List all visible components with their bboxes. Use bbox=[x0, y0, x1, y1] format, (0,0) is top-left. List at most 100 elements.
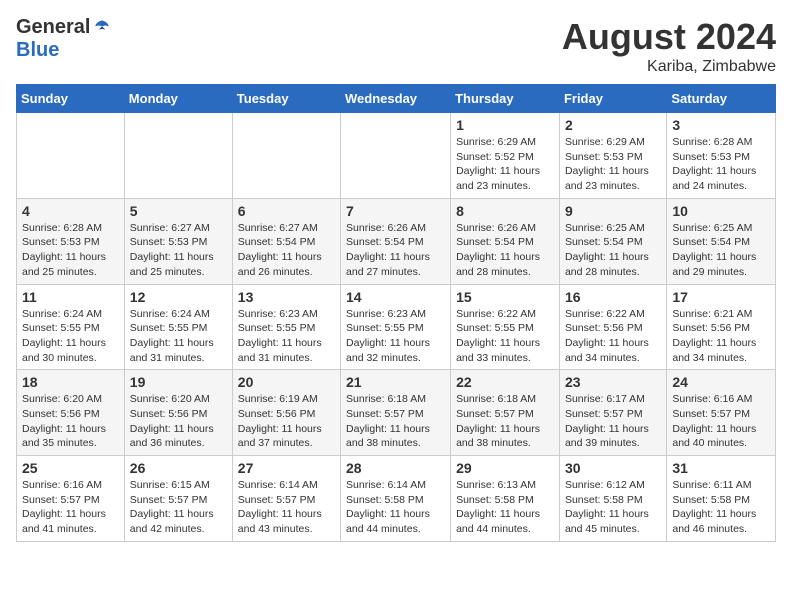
day-info: Sunrise: 6:14 AM Sunset: 5:58 PM Dayligh… bbox=[346, 478, 445, 537]
logo-blue-text: Blue bbox=[16, 39, 59, 62]
calendar-cell: 30 Sunrise: 6:12 AM Sunset: 5:58 PM Dayli… bbox=[559, 456, 666, 542]
day-info: Sunrise: 6:25 AM Sunset: 5:54 PM Dayligh… bbox=[672, 221, 770, 280]
day-info: Sunrise: 6:28 AM Sunset: 5:53 PM Dayligh… bbox=[672, 135, 770, 194]
calendar-cell: 29 Sunrise: 6:13 AM Sunset: 5:58 PM Dayli… bbox=[451, 456, 560, 542]
day-number: 29 bbox=[456, 460, 554, 476]
day-number: 2 bbox=[565, 117, 661, 133]
day-info: Sunrise: 6:20 AM Sunset: 5:56 PM Dayligh… bbox=[22, 392, 119, 451]
day-number: 17 bbox=[672, 289, 770, 305]
day-info: Sunrise: 6:11 AM Sunset: 5:58 PM Dayligh… bbox=[672, 478, 770, 537]
calendar-cell: 6Sunrise: 6:27 AM Sunset: 5:54 PM Daylig… bbox=[232, 198, 340, 284]
day-info: Sunrise: 6:29 AM Sunset: 5:53 PM Dayligh… bbox=[565, 135, 661, 194]
month-title: August 2024 bbox=[562, 16, 776, 58]
logo-general-text: General bbox=[16, 16, 90, 39]
calendar-cell: 18 Sunrise: 6:20 AM Sunset: 5:56 PM Dayli… bbox=[17, 370, 125, 456]
day-info: Sunrise: 6:16 AM Sunset: 5:57 PM Dayligh… bbox=[672, 392, 770, 451]
calendar-cell: 17 Sunrise: 6:21 AM Sunset: 5:56 PM Dayli… bbox=[667, 284, 776, 370]
day-number: 30 bbox=[565, 460, 661, 476]
calendar-cell: 11Sunrise: 6:24 AM Sunset: 5:55 PM Dayli… bbox=[17, 284, 125, 370]
logo: General Blue bbox=[16, 16, 112, 62]
calendar-cell: 19 Sunrise: 6:20 AM Sunset: 5:56 PM Dayli… bbox=[124, 370, 232, 456]
day-info: Sunrise: 6:13 AM Sunset: 5:58 PM Dayligh… bbox=[456, 478, 554, 537]
day-info: Sunrise: 6:20 AM Sunset: 5:56 PM Dayligh… bbox=[130, 392, 227, 451]
day-number: 5 bbox=[130, 203, 227, 219]
calendar-cell: 12Sunrise: 6:24 AM Sunset: 5:55 PM Dayli… bbox=[124, 284, 232, 370]
day-number: 1 bbox=[456, 117, 554, 133]
day-info: Sunrise: 6:15 AM Sunset: 5:57 PM Dayligh… bbox=[130, 478, 227, 537]
calendar-week-row: 1Sunrise: 6:29 AM Sunset: 5:52 PM Daylig… bbox=[17, 113, 776, 199]
calendar-cell bbox=[17, 113, 125, 199]
calendar-cell bbox=[124, 113, 232, 199]
calendar-cell: 23 Sunrise: 6:17 AM Sunset: 5:57 PM Dayli… bbox=[559, 370, 666, 456]
day-info: Sunrise: 6:23 AM Sunset: 5:55 PM Dayligh… bbox=[238, 307, 335, 366]
day-number: 18 bbox=[22, 374, 119, 390]
day-info: Sunrise: 6:28 AM Sunset: 5:53 PM Dayligh… bbox=[22, 221, 119, 280]
day-number: 14 bbox=[346, 289, 445, 305]
location-text: Kariba, Zimbabwe bbox=[562, 58, 776, 76]
day-info: Sunrise: 6:16 AM Sunset: 5:57 PM Dayligh… bbox=[22, 478, 119, 537]
calendar-cell: 10Sunrise: 6:25 AM Sunset: 5:54 PM Dayli… bbox=[667, 198, 776, 284]
calendar-cell: 31 Sunrise: 6:11 AM Sunset: 5:58 PM Dayli… bbox=[667, 456, 776, 542]
calendar-header-row: SundayMondayTuesdayWednesdayThursdayFrid… bbox=[17, 85, 776, 113]
day-info: Sunrise: 6:22 AM Sunset: 5:56 PM Dayligh… bbox=[565, 307, 661, 366]
title-block: August 2024 Kariba, Zimbabwe bbox=[562, 16, 776, 76]
day-info: Sunrise: 6:19 AM Sunset: 5:56 PM Dayligh… bbox=[238, 392, 335, 451]
weekday-header: Wednesday bbox=[341, 85, 451, 113]
calendar-cell: 7 Sunrise: 6:26 AM Sunset: 5:54 PM Daylig… bbox=[341, 198, 451, 284]
calendar-cell: 16Sunrise: 6:22 AM Sunset: 5:56 PM Dayli… bbox=[559, 284, 666, 370]
day-number: 31 bbox=[672, 460, 770, 476]
calendar-cell: 13 Sunrise: 6:23 AM Sunset: 5:55 PM Dayli… bbox=[232, 284, 340, 370]
calendar-cell: 14 Sunrise: 6:23 AM Sunset: 5:55 PM Dayli… bbox=[341, 284, 451, 370]
calendar-cell: 24 Sunrise: 6:16 AM Sunset: 5:57 PM Dayli… bbox=[667, 370, 776, 456]
day-number: 8 bbox=[456, 203, 554, 219]
calendar-cell: 2 Sunrise: 6:29 AM Sunset: 5:53 PM Daylig… bbox=[559, 113, 666, 199]
weekday-header: Monday bbox=[124, 85, 232, 113]
calendar-cell: 8 Sunrise: 6:26 AM Sunset: 5:54 PM Daylig… bbox=[451, 198, 560, 284]
calendar-cell bbox=[232, 113, 340, 199]
day-info: Sunrise: 6:24 AM Sunset: 5:55 PM Dayligh… bbox=[130, 307, 227, 366]
day-info: Sunrise: 6:27 AM Sunset: 5:53 PM Dayligh… bbox=[130, 221, 227, 280]
weekday-header: Thursday bbox=[451, 85, 560, 113]
calendar-cell: 5 Sunrise: 6:27 AM Sunset: 5:53 PM Daylig… bbox=[124, 198, 232, 284]
calendar-cell: 4Sunrise: 6:28 AM Sunset: 5:53 PM Daylig… bbox=[17, 198, 125, 284]
weekday-header: Friday bbox=[559, 85, 666, 113]
day-info: Sunrise: 6:26 AM Sunset: 5:54 PM Dayligh… bbox=[456, 221, 554, 280]
day-info: Sunrise: 6:22 AM Sunset: 5:55 PM Dayligh… bbox=[456, 307, 554, 366]
day-info: Sunrise: 6:25 AM Sunset: 5:54 PM Dayligh… bbox=[565, 221, 661, 280]
calendar-week-row: 4Sunrise: 6:28 AM Sunset: 5:53 PM Daylig… bbox=[17, 198, 776, 284]
day-number: 6 bbox=[238, 203, 335, 219]
calendar-week-row: 11Sunrise: 6:24 AM Sunset: 5:55 PM Dayli… bbox=[17, 284, 776, 370]
day-number: 21 bbox=[346, 374, 445, 390]
calendar-week-row: 25 Sunrise: 6:16 AM Sunset: 5:57 PM Dayli… bbox=[17, 456, 776, 542]
day-number: 28 bbox=[346, 460, 445, 476]
calendar-cell: 1Sunrise: 6:29 AM Sunset: 5:52 PM Daylig… bbox=[451, 113, 560, 199]
day-info: Sunrise: 6:12 AM Sunset: 5:58 PM Dayligh… bbox=[565, 478, 661, 537]
day-number: 23 bbox=[565, 374, 661, 390]
day-number: 25 bbox=[22, 460, 119, 476]
weekday-header: Saturday bbox=[667, 85, 776, 113]
day-number: 13 bbox=[238, 289, 335, 305]
day-number: 24 bbox=[672, 374, 770, 390]
calendar-cell: 3 Sunrise: 6:28 AM Sunset: 5:53 PM Daylig… bbox=[667, 113, 776, 199]
logo-bird-icon bbox=[92, 18, 112, 38]
day-info: Sunrise: 6:18 AM Sunset: 5:57 PM Dayligh… bbox=[346, 392, 445, 451]
calendar-cell bbox=[341, 113, 451, 199]
calendar-cell: 26Sunrise: 6:15 AM Sunset: 5:57 PM Dayli… bbox=[124, 456, 232, 542]
calendar-cell: 21 Sunrise: 6:18 AM Sunset: 5:57 PM Dayli… bbox=[341, 370, 451, 456]
calendar-cell: 27Sunrise: 6:14 AM Sunset: 5:57 PM Dayli… bbox=[232, 456, 340, 542]
weekday-header: Tuesday bbox=[232, 85, 340, 113]
day-info: Sunrise: 6:17 AM Sunset: 5:57 PM Dayligh… bbox=[565, 392, 661, 451]
day-number: 7 bbox=[346, 203, 445, 219]
day-info: Sunrise: 6:23 AM Sunset: 5:55 PM Dayligh… bbox=[346, 307, 445, 366]
calendar-cell: 9Sunrise: 6:25 AM Sunset: 5:54 PM Daylig… bbox=[559, 198, 666, 284]
day-info: Sunrise: 6:24 AM Sunset: 5:55 PM Dayligh… bbox=[22, 307, 119, 366]
calendar-week-row: 18 Sunrise: 6:20 AM Sunset: 5:56 PM Dayli… bbox=[17, 370, 776, 456]
day-number: 19 bbox=[130, 374, 227, 390]
day-info: Sunrise: 6:26 AM Sunset: 5:54 PM Dayligh… bbox=[346, 221, 445, 280]
day-info: Sunrise: 6:14 AM Sunset: 5:57 PM Dayligh… bbox=[238, 478, 335, 537]
day-number: 15 bbox=[456, 289, 554, 305]
day-number: 3 bbox=[672, 117, 770, 133]
calendar-cell: 15 Sunrise: 6:22 AM Sunset: 5:55 PM Dayli… bbox=[451, 284, 560, 370]
day-info: Sunrise: 6:18 AM Sunset: 5:57 PM Dayligh… bbox=[456, 392, 554, 451]
day-info: Sunrise: 6:21 AM Sunset: 5:56 PM Dayligh… bbox=[672, 307, 770, 366]
